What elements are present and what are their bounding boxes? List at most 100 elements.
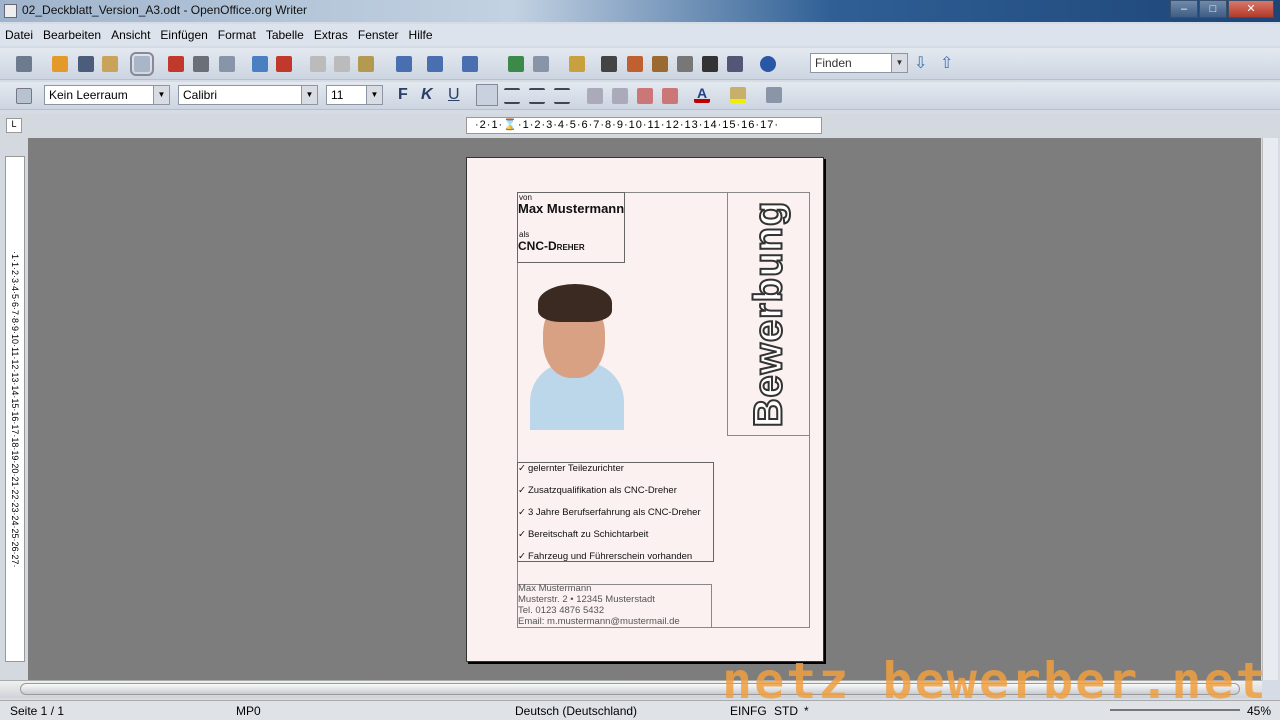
highlight-icon[interactable]	[730, 87, 746, 103]
align-left-button[interactable]	[476, 84, 498, 106]
menu-tabelle[interactable]: Tabelle	[261, 24, 309, 46]
find-input[interactable]: Finden ▼	[810, 53, 908, 73]
page-style-indicator[interactable]: MP0	[236, 704, 261, 718]
new-icon[interactable]	[16, 56, 32, 72]
writer-app-icon	[4, 4, 17, 18]
qualification-item: ✓Fahrzeug und Führerschein vorhanden	[518, 551, 692, 562]
chevron-down-icon[interactable]: ▼	[301, 86, 317, 104]
chevron-down-icon[interactable]: ▼	[891, 54, 907, 72]
edit-mode-icon[interactable]	[134, 56, 150, 72]
spellcheck-icon[interactable]	[252, 56, 268, 72]
decrease-indent-icon[interactable]	[637, 88, 653, 104]
language-indicator[interactable]: Deutsch (Deutschland)	[515, 704, 637, 718]
menu-bearbeiten[interactable]: Bearbeiten	[38, 24, 106, 46]
address-name: Max Mustermann	[518, 583, 591, 594]
bullets-icon[interactable]	[612, 88, 628, 104]
font-color-icon[interactable]: A	[694, 87, 710, 103]
bewerbung-title: Bewerbung	[746, 201, 791, 428]
navigator-icon[interactable]	[508, 56, 524, 72]
zoom-icon[interactable]	[727, 56, 743, 72]
align-center-icon[interactable]	[504, 88, 520, 104]
copy-icon[interactable]	[334, 56, 350, 72]
export-pdf-icon[interactable]	[168, 56, 184, 72]
horizontal-ruler[interactable]: ·2·1·⌛·1·2·3·4·5·6·7·8·9·10·11·12·13·14·…	[466, 117, 822, 134]
print-preview-icon[interactable]	[219, 56, 235, 72]
chevron-down-icon[interactable]: ▼	[153, 86, 169, 104]
paste-icon[interactable]	[358, 56, 374, 72]
page-indicator: Seite 1 / 1	[10, 704, 64, 718]
qualification-item: ✓Bereitschaft zu Schichtarbeit	[518, 529, 648, 540]
qualification-text: Bereitschaft zu Schichtarbeit	[528, 529, 648, 540]
qualification-item: ✓3 Jahre Berufserfahrung als CNC-Dreher	[518, 507, 701, 518]
cut-icon[interactable]	[310, 56, 326, 72]
checkmark-icon: ✓	[518, 529, 526, 540]
find-previous-icon[interactable]: ⇧	[940, 56, 956, 72]
job-title: CNC-Dreher	[518, 239, 585, 253]
address-phone: Tel. 0123 4876 5432	[518, 605, 604, 616]
qualification-text: Fahrzeug und Führerschein vorhanden	[528, 551, 692, 562]
qualification-text: gelernter Teilezurichter	[528, 463, 624, 474]
applicant-photo	[530, 280, 624, 430]
email-icon[interactable]	[102, 56, 118, 72]
standard-toolbar: Finden ▼ ⇩ ⇧	[0, 48, 1280, 80]
find-next-icon[interactable]: ⇩	[914, 56, 930, 72]
navigator2-icon[interactable]	[627, 56, 643, 72]
qualification-text: 3 Jahre Berufserfahrung als CNC-Dreher	[528, 507, 701, 518]
menu-ansicht[interactable]: Ansicht	[106, 24, 155, 46]
checkmark-icon: ✓	[518, 507, 526, 518]
save-icon[interactable]	[78, 56, 94, 72]
tab-stop-selector[interactable]: L	[6, 118, 22, 133]
chevron-down-icon[interactable]: ▼	[366, 86, 382, 104]
font-name-value: Calibri	[183, 88, 217, 102]
menu-fenster[interactable]: Fenster	[353, 24, 404, 46]
paragraph-style-value: Kein Leerraum	[49, 88, 128, 102]
vertical-scrollbar[interactable]	[1262, 138, 1278, 680]
paragraph-style-select[interactable]: Kein Leerraum ▼	[44, 85, 170, 105]
checkmark-icon: ✓	[518, 551, 526, 562]
menu-hilfe[interactable]: Hilfe	[404, 24, 438, 46]
datasource-icon[interactable]	[677, 56, 693, 72]
qualification-text: Zusatzqualifikation als CNC-Dreher	[528, 485, 677, 496]
table-icon[interactable]	[533, 56, 549, 72]
find-placeholder: Finden	[815, 56, 852, 70]
increase-indent-icon[interactable]	[662, 88, 678, 104]
maximize-button[interactable]: □	[1199, 0, 1227, 18]
vertical-ruler[interactable]: ·1·1·2·3·4·5·6·7·8·9·10·11·12·13·14·15·1…	[5, 156, 25, 662]
font-size-select[interactable]: 11 ▼	[326, 85, 383, 105]
nonprinting-chars-icon[interactable]	[702, 56, 718, 72]
undo-icon[interactable]	[427, 56, 443, 72]
address-street: Musterstr. 2 • 12345 Musterstadt	[518, 594, 655, 605]
draw-icon[interactable]	[569, 56, 585, 72]
close-button[interactable]: ✕	[1228, 0, 1274, 18]
netz-bewerber-watermark: netz bewerber.net	[722, 652, 1268, 710]
menu-format[interactable]: Format	[213, 24, 261, 46]
italic-button[interactable]: K	[421, 86, 433, 104]
print-icon[interactable]	[193, 56, 209, 72]
bold-button[interactable]: F	[398, 86, 408, 104]
formatting-toolbar: Kein Leerraum ▼ Calibri ▼ 11 ▼ F K U A	[0, 82, 1280, 110]
background-color-icon[interactable]	[766, 87, 782, 103]
open-icon[interactable]	[52, 56, 68, 72]
justify-icon[interactable]	[554, 88, 570, 104]
checkmark-icon: ✓	[518, 463, 526, 474]
gallery-icon[interactable]	[652, 56, 668, 72]
underline-button[interactable]: U	[448, 86, 460, 104]
qualification-item: ✓Zusatzqualifikation als CNC-Dreher	[518, 485, 677, 496]
help-icon[interactable]	[760, 56, 776, 72]
font-size-value: 11	[331, 88, 343, 102]
align-right-icon[interactable]	[529, 88, 545, 104]
format-paintbrush-icon[interactable]	[396, 56, 412, 72]
menu-einfuegen[interactable]: Einfügen	[155, 24, 212, 46]
numbering-icon[interactable]	[587, 88, 603, 104]
title-bar: 02_Deckblatt_Version_A3.odt - OpenOffice…	[0, 0, 1280, 22]
autocheck-icon[interactable]	[276, 56, 292, 72]
find-replace-icon[interactable]	[601, 56, 617, 72]
menu-extras[interactable]: Extras	[309, 24, 353, 46]
qualification-item: ✓gelernter Teilezurichter	[518, 463, 624, 474]
styles-icon[interactable]	[16, 88, 32, 104]
font-name-select[interactable]: Calibri ▼	[178, 85, 318, 105]
menu-datei[interactable]: Datei	[0, 24, 38, 46]
redo-icon[interactable]	[462, 56, 478, 72]
minimize-button[interactable]: –	[1170, 0, 1198, 18]
bewerbung-title-frame: Bewerbung	[727, 192, 810, 436]
